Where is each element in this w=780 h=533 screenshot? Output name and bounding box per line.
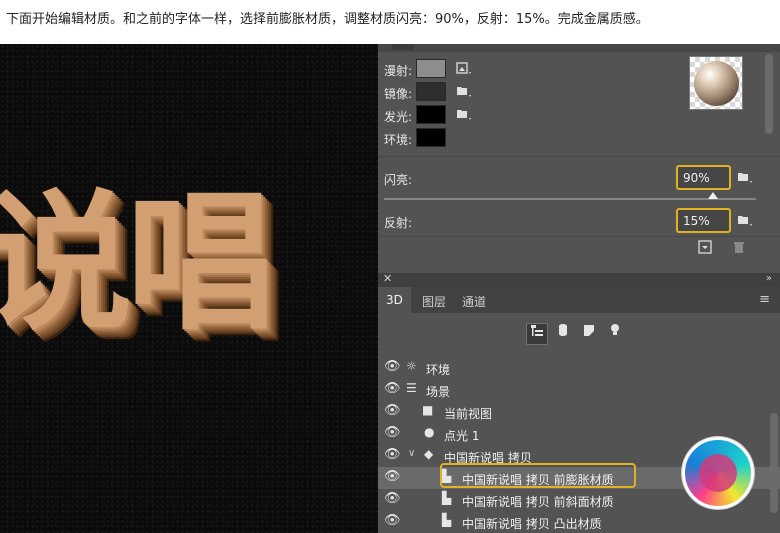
shine-row: 闪亮: 90%: [378, 165, 780, 191]
illumination-row: 发光:: [378, 105, 678, 125]
visibility-eye-icon[interactable]: 👁: [384, 491, 401, 506]
material-sphere: [694, 61, 739, 106]
material-preview-thumbnail[interactable]: [689, 56, 743, 110]
specular-label: 镜像:: [384, 87, 413, 101]
shine-value-field[interactable]: 90%: [676, 165, 731, 190]
close-icon[interactable]: ✕: [383, 272, 392, 285]
strip-knob: [392, 44, 414, 50]
visibility-eye-icon[interactable]: 👁: [384, 381, 401, 396]
visibility-eye-icon[interactable]: 👁: [384, 403, 401, 418]
ambient-label: 环境:: [384, 133, 413, 147]
chevron-down-icon[interactable]: ∨: [408, 448, 415, 459]
diffuse-label: 漫射:: [384, 64, 413, 78]
light-filter-icon[interactable]: [604, 323, 626, 345]
properties-footer: [696, 240, 756, 260]
trash-icon[interactable]: [732, 240, 746, 258]
ambient-color-swatch[interactable]: [416, 128, 446, 147]
diffuse-color-swatch[interactable]: [416, 59, 446, 78]
tree-scrollbar[interactable]: [770, 353, 778, 533]
folder-icon[interactable]: [456, 107, 472, 125]
tree-item-environment[interactable]: 👁 ☼ 环境: [378, 357, 780, 379]
visibility-eye-icon[interactable]: 👁: [384, 425, 401, 440]
tab-channels[interactable]: 通道: [454, 287, 494, 313]
material-filter-icon[interactable]: [578, 323, 600, 345]
panel-tabs: 3D 图层 通道 ≡: [378, 287, 780, 313]
watermark-badge-inner: [699, 454, 737, 492]
whole-scene-filter-icon[interactable]: [526, 323, 548, 345]
collapse-icon[interactable]: »: [766, 273, 772, 284]
tree-item-label: 中国新说唱 拷贝 凸出材质: [462, 517, 602, 531]
material-icon: ▙: [442, 491, 452, 505]
tutorial-caption: 下面开始编辑材质。和之前的字体一样，选择前膨胀材质，调整材质闪亮：90%，反射：…: [6, 12, 649, 27]
document-canvas[interactable]: 说唱: [0, 44, 378, 533]
diffuse-row: 漫射:: [378, 59, 678, 79]
scene-icon: ☰: [406, 381, 417, 395]
texture-icon[interactable]: [456, 61, 472, 79]
folder-icon[interactable]: [737, 213, 753, 231]
tree-item-label: 场景: [426, 385, 451, 399]
visibility-eye-icon[interactable]: 👁: [384, 469, 401, 484]
visibility-eye-icon[interactable]: 👁: [384, 359, 401, 374]
watermark-badge: [682, 437, 754, 509]
tree-item-label: 当前视图: [444, 407, 493, 421]
properties-footer-divider: [378, 236, 780, 237]
visibility-eye-icon[interactable]: 👁: [384, 447, 401, 462]
panel-header-bar: ✕ »: [378, 272, 780, 287]
properties-top-strip: [378, 44, 780, 52]
3d-rap-text: 说唱: [0, 177, 276, 351]
tree-item-current-view[interactable]: 👁 ■ 当前视图: [378, 401, 780, 423]
specular-row: 镜像:: [378, 82, 678, 102]
shine-label: 闪亮:: [384, 173, 413, 187]
specular-color-swatch[interactable]: [416, 82, 446, 101]
panel-menu-icon[interactable]: ≡: [759, 292, 770, 307]
3d-filter-toolbar: [378, 323, 780, 351]
mesh-filter-icon[interactable]: [552, 323, 574, 345]
properties-divider: [378, 156, 780, 157]
shine-slider-track[interactable]: [384, 198, 756, 200]
tab-layers[interactable]: 图层: [414, 287, 454, 313]
tab-3d[interactable]: 3D: [378, 287, 411, 313]
tree-item-label: 中国新说唱 拷贝 前斜面材质: [462, 495, 614, 509]
ambient-row: 环境:: [378, 128, 678, 148]
illumination-label: 发光:: [384, 110, 413, 124]
tree-item-label: 环境: [426, 363, 451, 377]
properties-scrollbar[interactable]: [765, 54, 773, 134]
material-properties-panel: 漫射: 镜像: 发光: 环境: 闪亮: 90% 反射: 15%: [378, 44, 780, 270]
shine-slider-thumb[interactable]: [708, 192, 718, 199]
illumination-color-swatch[interactable]: [416, 105, 446, 124]
folder-icon[interactable]: [737, 170, 753, 188]
tree-item-label: 点光 1: [444, 429, 480, 443]
material-icon: ▙: [442, 513, 452, 527]
environment-icon: ☼: [406, 359, 417, 373]
visibility-eye-icon[interactable]: 👁: [384, 513, 401, 528]
tree-item-extrusion-material[interactable]: 👁 ▙ 中国新说唱 拷贝 凸出材质: [378, 511, 780, 533]
tree-item-scene[interactable]: 👁 ☰ 场景: [378, 379, 780, 401]
save-material-icon[interactable]: [698, 240, 712, 258]
reflection-row: 反射: 15%: [378, 208, 780, 234]
camera-icon: ■: [422, 403, 434, 417]
reflection-label: 反射:: [384, 216, 413, 230]
folder-icon[interactable]: [456, 84, 472, 102]
tree-scrollbar-thumb[interactable]: [770, 413, 778, 513]
light-icon: ●: [424, 425, 435, 439]
selected-item-highlight: [440, 463, 636, 488]
mesh-icon: ◆: [424, 447, 434, 461]
reflection-value-field[interactable]: 15%: [676, 208, 731, 233]
